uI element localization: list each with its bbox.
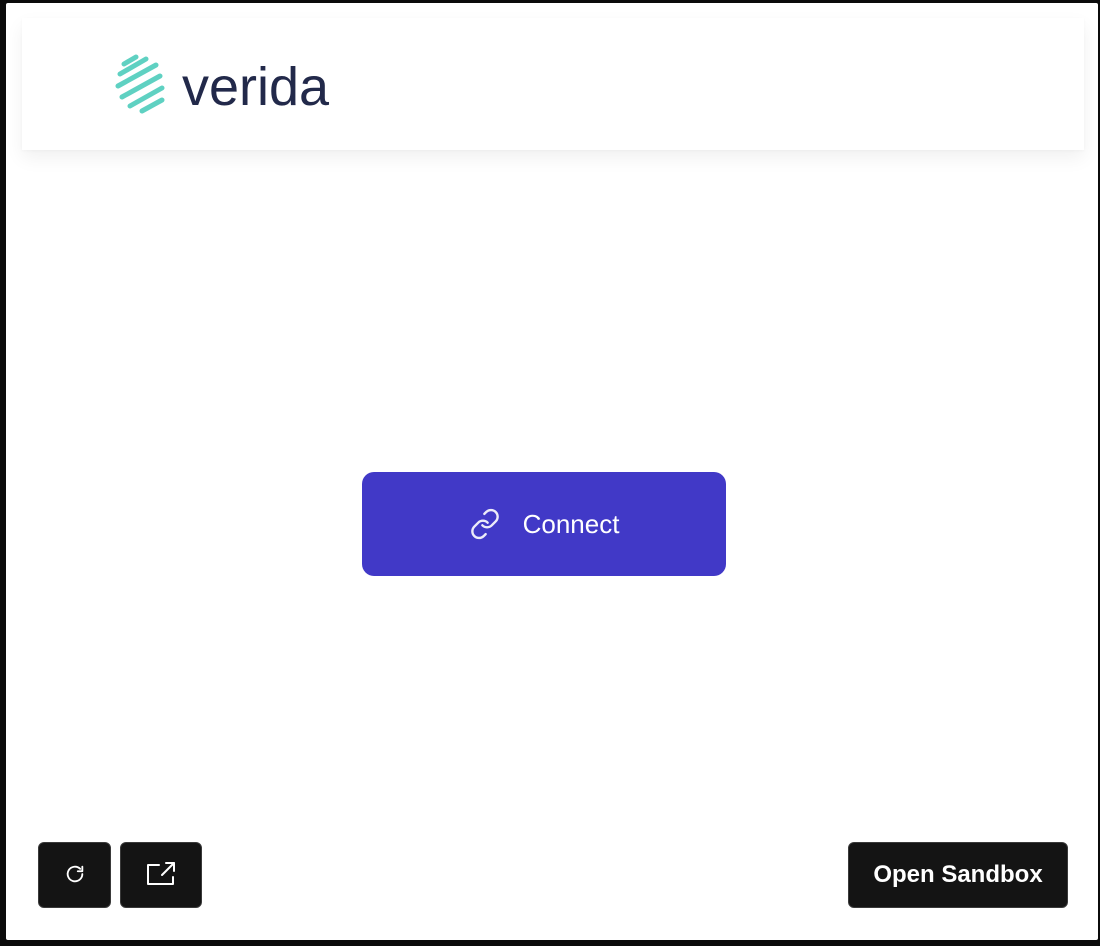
header: verida (22, 18, 1084, 150)
connect-button[interactable]: Connect (362, 472, 726, 576)
external-link-icon (145, 861, 177, 890)
verida-logo-mark (115, 54, 165, 114)
refresh-button[interactable] (38, 842, 111, 908)
refresh-icon (64, 863, 86, 888)
link-icon (469, 508, 501, 540)
verida-logo-text: verida (182, 57, 330, 117)
app-frame: verida Connect Open Sandbox (6, 3, 1098, 940)
connect-button-label: Connect (522, 508, 620, 539)
verida-logo: verida (115, 54, 330, 117)
popout-button[interactable] (120, 842, 202, 908)
open-sandbox-label: Open Sandbox (873, 861, 1043, 888)
open-sandbox-button[interactable]: Open Sandbox (848, 842, 1068, 908)
